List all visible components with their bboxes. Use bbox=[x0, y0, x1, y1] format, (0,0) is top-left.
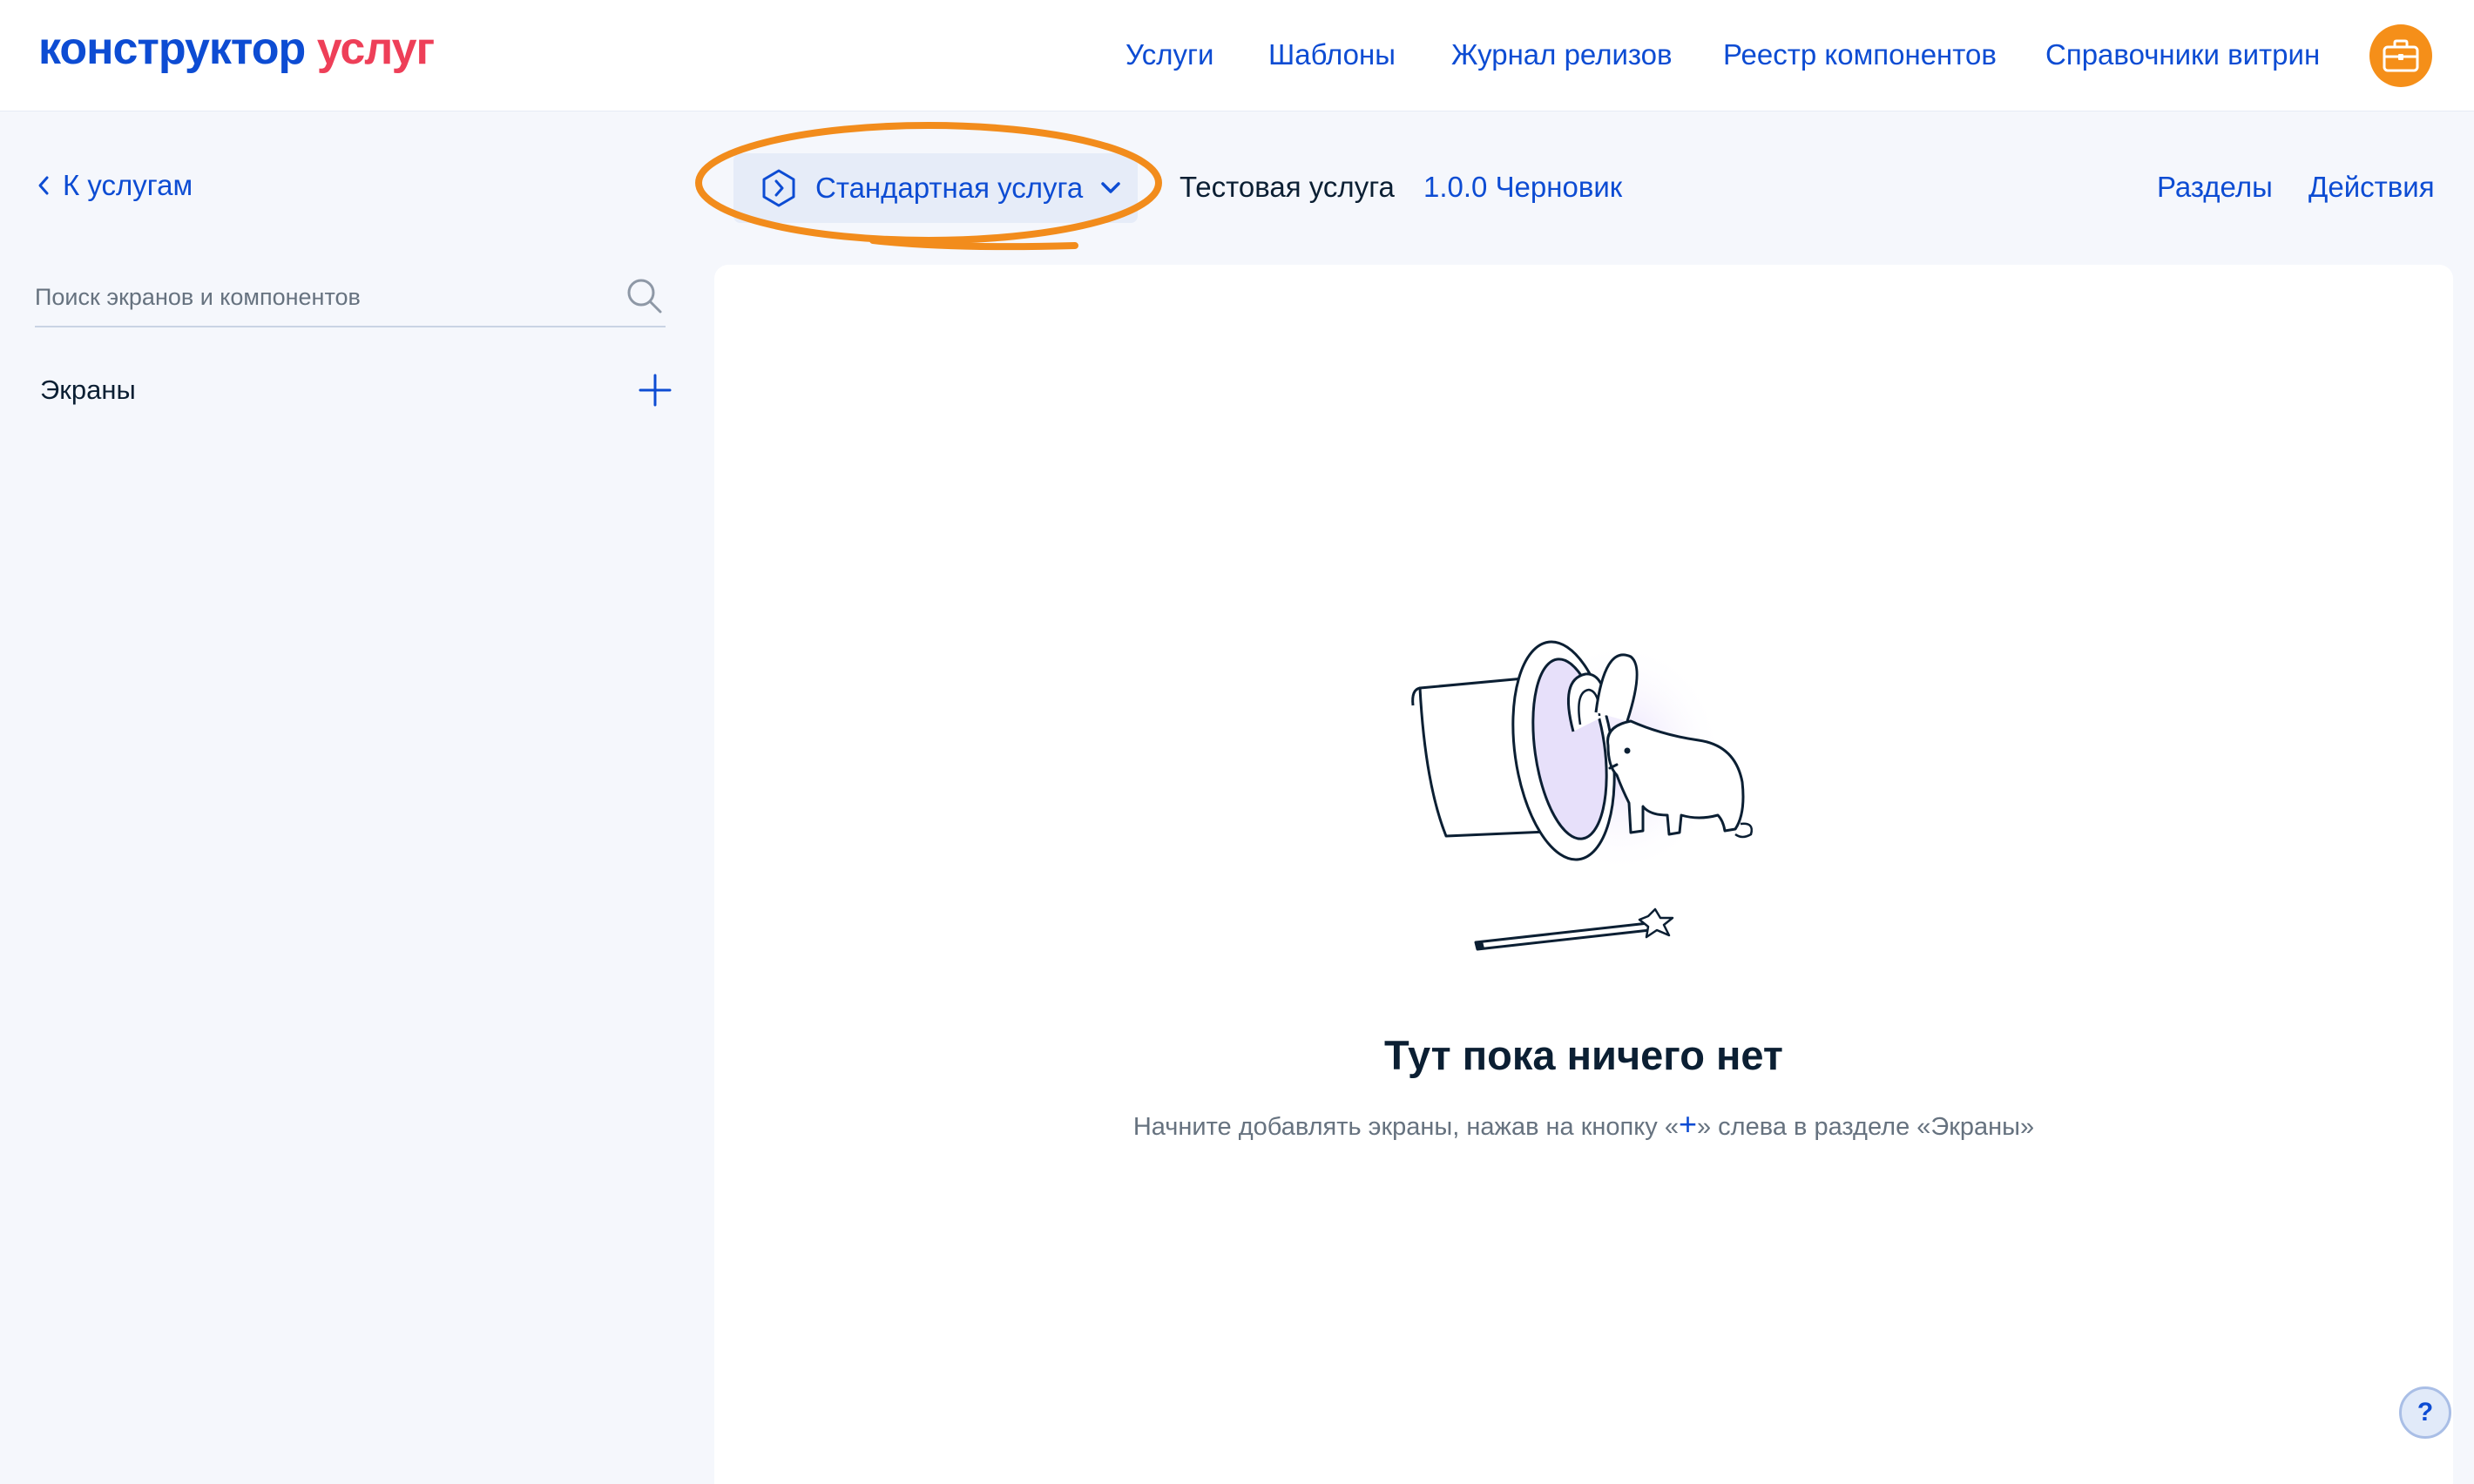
magic-hat-rabbit-illustration bbox=[1411, 640, 1753, 951]
search-field bbox=[35, 266, 666, 327]
sections-link[interactable]: Разделы bbox=[2157, 171, 2273, 204]
service-name: Тестовая услуга bbox=[1180, 171, 1395, 203]
actions-link[interactable]: Действия bbox=[2308, 171, 2435, 204]
nav-component-registry[interactable]: Реестр компонентов bbox=[1723, 38, 1997, 71]
briefcase-icon bbox=[2383, 39, 2419, 72]
nav-showcase-directories[interactable]: Справочники витрин bbox=[2045, 38, 2320, 71]
service-type-label: Стандартная услуга bbox=[815, 172, 1084, 204]
hexagon-arrow-icon bbox=[762, 169, 795, 207]
nav-services[interactable]: Услуги bbox=[1125, 38, 1213, 71]
screens-section-label: Экраны bbox=[40, 374, 136, 405]
logo-part-2: услуг bbox=[316, 24, 435, 74]
back-to-services-link[interactable]: К услугам bbox=[37, 169, 193, 202]
empty-hint-after: » слева в разделе «Экраны» bbox=[1697, 1113, 2035, 1141]
help-button[interactable]: ? bbox=[2399, 1386, 2451, 1439]
empty-state-hint: Начните добавлять экраны, нажав на кнопк… bbox=[714, 1106, 2453, 1143]
plus-icon: + bbox=[1678, 1106, 1697, 1142]
nav-templates[interactable]: Шаблоны bbox=[1268, 38, 1396, 71]
chevron-down-icon bbox=[1101, 182, 1120, 193]
service-type-dropdown[interactable]: Стандартная услуга bbox=[733, 153, 1138, 223]
chevron-left-icon bbox=[38, 176, 49, 195]
top-header: конструктор услуг Услуги Шаблоны Журнал … bbox=[0, 0, 2474, 111]
main-content-panel: Тут пока ничего нет Начните добавлять эк… bbox=[714, 265, 2453, 1484]
help-icon: ? bbox=[2417, 1398, 2434, 1427]
back-label: К услугам bbox=[63, 169, 193, 201]
logo-part-1: конструктор bbox=[38, 24, 306, 74]
search-icon[interactable] bbox=[624, 275, 666, 317]
empty-hint-before: Начните добавлять экраны, нажав на кнопк… bbox=[1132, 1113, 1679, 1141]
nav-release-log[interactable]: Журнал релизов bbox=[1451, 38, 1673, 71]
user-avatar[interactable] bbox=[2369, 24, 2432, 87]
empty-state-title: Тут пока ничего нет bbox=[1384, 1032, 1783, 1078]
logo[interactable]: конструктор услуг bbox=[38, 23, 435, 75]
add-screen-button[interactable] bbox=[636, 371, 674, 409]
service-version[interactable]: 1.0.0 Черновик bbox=[1423, 171, 1622, 204]
search-input[interactable] bbox=[35, 275, 592, 319]
